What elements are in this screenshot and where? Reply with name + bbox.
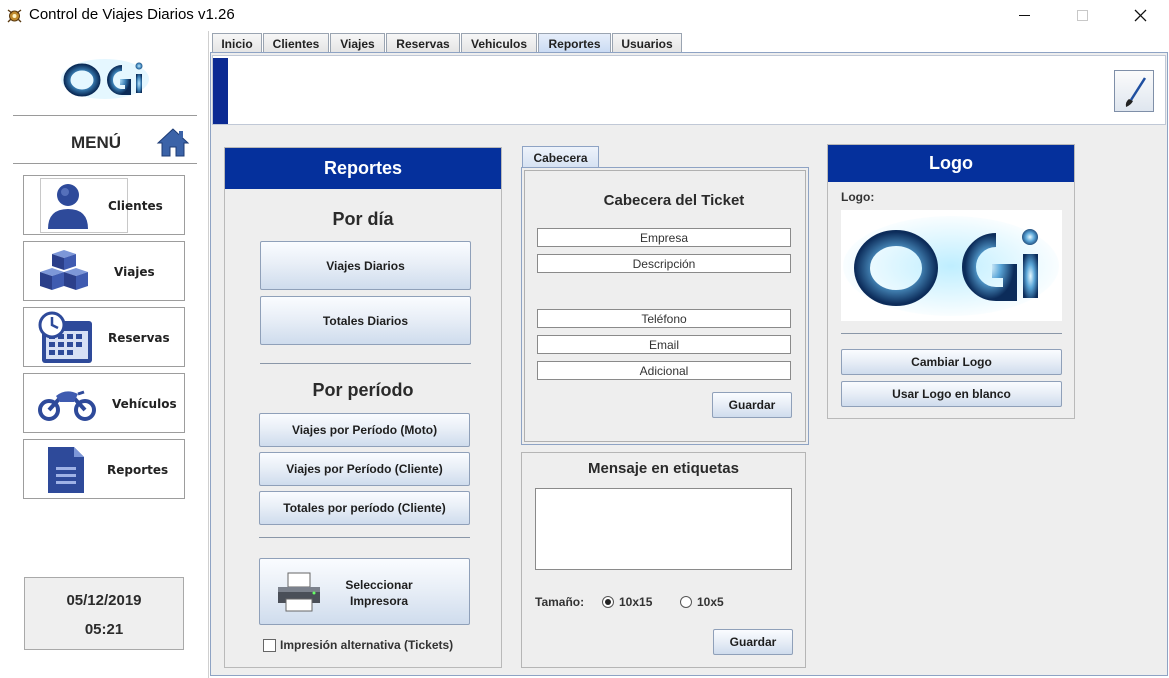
- totales-periodo-cliente-button[interactable]: Totales por período (Cliente): [259, 491, 470, 525]
- tab-reportes[interactable]: Reportes: [538, 33, 611, 53]
- tamano-label: Tamaño:: [535, 595, 585, 609]
- boxes-icon: [40, 250, 88, 290]
- sidebar-item-label: Vehículos: [112, 397, 177, 411]
- cabecera-guardar-button[interactable]: Guardar: [712, 392, 792, 418]
- impresora-label-line2: Impresora: [349, 594, 409, 608]
- banner-accent: [213, 58, 228, 124]
- sidebar-item-label: Reservas: [108, 331, 170, 345]
- tab-reservas[interactable]: Reservas: [386, 33, 460, 53]
- tab-cabecera[interactable]: Cabecera: [522, 146, 599, 168]
- descripcion-field[interactable]: Descripción: [537, 254, 791, 273]
- impresora-label-line1: Seleccionar: [345, 578, 413, 592]
- reportes-title: Reportes: [225, 148, 501, 189]
- telefono-field[interactable]: Teléfono: [537, 309, 791, 328]
- logo-label: Logo:: [841, 190, 875, 204]
- mensaje-textarea[interactable]: [535, 488, 792, 570]
- adicional-field[interactable]: Adicional: [537, 361, 791, 380]
- paintbrush-icon: [1125, 77, 1147, 107]
- minimize-icon: [1018, 15, 1030, 16]
- cabecera-title: Cabecera del Ticket: [603, 192, 745, 209]
- sidebar-item-reservas[interactable]: Reservas: [23, 307, 185, 367]
- logo-title: Logo: [828, 145, 1074, 182]
- tab-clientes[interactable]: Clientes: [263, 33, 329, 53]
- size-10x5-label: 10x5: [697, 595, 724, 609]
- sidebar-divider: [13, 163, 197, 164]
- sidebar-item-reportes[interactable]: Reportes: [23, 439, 185, 499]
- usar-logo-blanco-button[interactable]: Usar Logo en blanco: [841, 381, 1062, 407]
- divider: [259, 537, 470, 538]
- app-icon: [6, 7, 23, 24]
- date-label: 05/12/2019: [66, 592, 142, 609]
- title-bar: Control de Viajes Diarios v1.26: [0, 0, 1169, 31]
- size-10x5-radio[interactable]: [680, 596, 692, 608]
- user-icon: [48, 184, 88, 229]
- email-field[interactable]: Email: [537, 335, 791, 354]
- mensaje-title: Mensaje en etiquetas: [588, 460, 739, 477]
- totales-diarios-button[interactable]: Totales Diarios: [260, 296, 471, 345]
- empresa-field[interactable]: Empresa: [537, 228, 791, 247]
- viajes-periodo-cliente-button[interactable]: Viajes por Período (Cliente): [259, 452, 470, 486]
- sidebar-item-viajes[interactable]: Viajes: [23, 241, 185, 301]
- calendar-clock-icon: [38, 311, 92, 363]
- time-label: 05:21: [84, 621, 124, 638]
- datetime-box: 05/12/2019 05:21: [24, 577, 184, 650]
- impresion-alternativa-label: Impresión alternativa (Tickets): [280, 638, 454, 652]
- viajes-diarios-button[interactable]: Viajes Diarios: [260, 241, 471, 290]
- tab-viajes[interactable]: Viajes: [330, 33, 385, 53]
- sidebar-item-label: Clientes: [108, 199, 163, 213]
- size-10x15-radio[interactable]: [602, 596, 614, 608]
- por-dia-heading: Por día: [332, 209, 394, 229]
- sidebar-logo: [60, 55, 150, 103]
- sidebar-divider: [13, 115, 197, 116]
- close-button[interactable]: [1111, 0, 1169, 31]
- impresion-alternativa-checkbox[interactable]: [263, 639, 276, 652]
- close-icon: [1134, 9, 1146, 22]
- sidebar-item-label: Reportes: [107, 463, 169, 477]
- menu-label: MENÚ: [71, 133, 122, 152]
- tab-vehiculos[interactable]: Vehiculos: [461, 33, 537, 53]
- tab-usuarios[interactable]: Usuarios: [612, 33, 682, 53]
- por-periodo-heading: Por período: [312, 380, 414, 400]
- home-button[interactable]: [156, 126, 190, 158]
- minimize-button[interactable]: [995, 0, 1053, 31]
- maximize-button[interactable]: [1053, 0, 1111, 31]
- divider: [841, 333, 1062, 334]
- viajes-periodo-moto-button[interactable]: Viajes por Período (Moto): [259, 413, 470, 447]
- top-banner: [212, 55, 1166, 125]
- logo-image: [841, 210, 1062, 321]
- theme-button[interactable]: [1114, 70, 1154, 112]
- motorcycle-icon: [38, 390, 96, 421]
- size-10x15-label: 10x15: [619, 595, 653, 609]
- divider: [260, 363, 471, 364]
- sidebar-item-label: Viajes: [114, 265, 155, 279]
- maximize-icon: [1076, 10, 1088, 21]
- window-title: Control de Viajes Diarios v1.26: [29, 6, 235, 23]
- sidebar-item-clientes[interactable]: Clientes: [23, 175, 185, 235]
- home-icon: [156, 128, 190, 157]
- tab-inicio[interactable]: Inicio: [212, 33, 262, 53]
- printer-icon: [278, 572, 320, 612]
- mensaje-guardar-button[interactable]: Guardar: [713, 629, 793, 655]
- cambiar-logo-button[interactable]: Cambiar Logo: [841, 349, 1062, 375]
- document-icon: [48, 447, 84, 493]
- sidebar-item-vehiculos[interactable]: Vehículos: [23, 373, 185, 433]
- seleccionar-impresora-button[interactable]: Seleccionar Impresora: [259, 558, 470, 625]
